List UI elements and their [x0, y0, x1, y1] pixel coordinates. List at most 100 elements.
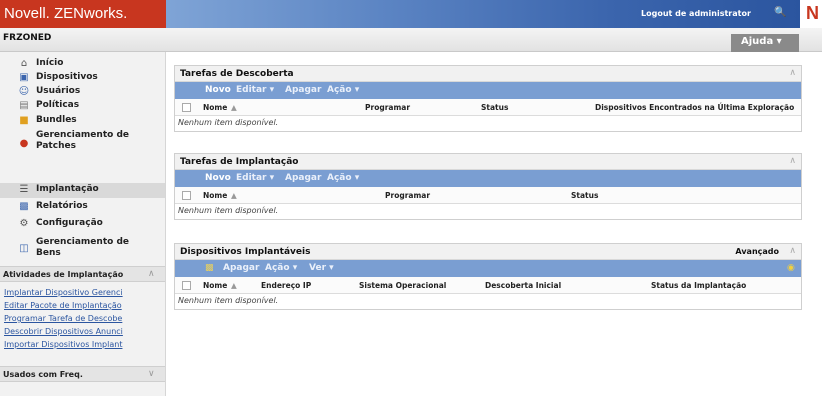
delete-button[interactable]: Apagar [285, 173, 321, 183]
table-header: Nome ▲ Programar Status Dispositivos Enc… [175, 99, 801, 116]
section-title: Usados com Freq. [3, 370, 83, 379]
select-all-checkbox[interactable] [182, 281, 191, 290]
expand-icon[interactable]: ∨ [148, 369, 155, 379]
column-header[interactable]: Dispositivos Encontrados na Última Explo… [595, 103, 794, 112]
sort-icon[interactable]: ▲ [231, 191, 237, 200]
section-title: Atividades de Implantação [3, 270, 124, 279]
collapse-icon[interactable]: ∧ [148, 269, 155, 279]
panel-title: Tarefas de Descoberta [180, 69, 294, 79]
sidebar-item-label: Políticas [36, 100, 80, 110]
task-link[interactable]: Implantar Dispositivo Gerenci [4, 288, 164, 297]
sidebar-item-label: Início [36, 58, 64, 68]
zone-bar: FRZONED Ajuda ▾ [0, 28, 822, 52]
refresh-icon[interactable]: ◉ [787, 263, 795, 273]
bundle-icon: ■ [19, 115, 29, 126]
brand-logo: Novell. ZENworks. [0, 0, 166, 28]
sidebar-item-label: Gerenciamento de Bens [36, 237, 129, 258]
sidebar-item-label: Bundles [36, 115, 77, 125]
panel-toolbar: ▩ Apagar Ação ▾ Ver ▾ ◉ [175, 260, 801, 277]
column-header[interactable]: Nome [203, 281, 227, 290]
edit-button[interactable]: Editar ▾ [236, 85, 274, 95]
delete-button[interactable]: Apagar [223, 263, 259, 273]
select-all-checkbox[interactable] [182, 191, 191, 200]
task-link[interactable]: Programar Tarefa de Descobe [4, 314, 164, 323]
select-all-checkbox[interactable] [182, 103, 191, 112]
column-header[interactable]: Endereço IP [261, 281, 311, 290]
task-link[interactable]: Descobrir Dispositivos Anunci [4, 327, 164, 336]
column-header[interactable]: Status [481, 103, 508, 112]
sidebar-item-reports[interactable]: ▩ Relatórios [4, 201, 156, 215]
logout-link[interactable]: Logout de administrator [641, 9, 751, 18]
column-header[interactable]: Programar [365, 103, 410, 112]
add-device-icon[interactable]: ▩ [205, 263, 214, 273]
column-header[interactable]: Status da Implantação [651, 281, 746, 290]
sidebar-item-home[interactable]: ⌂ Início [4, 58, 156, 72]
column-header[interactable]: Nome [203, 103, 227, 112]
sidebar-item-configuration[interactable]: ⚙ Configuração [4, 218, 156, 232]
empty-row: Nenhum item disponível. [175, 116, 801, 131]
panel-title: Tarefas de Implantação [180, 157, 299, 167]
panel-toolbar: Novo Editar ▾ Apagar Ação ▾ [175, 82, 801, 99]
sidebar-item-label: Usuários [36, 86, 81, 96]
computer-icon: ▣ [19, 72, 29, 83]
home-icon: ⌂ [20, 58, 28, 69]
sidebar-item-label: Relatórios [36, 201, 88, 211]
delete-button[interactable]: Apagar [285, 85, 321, 95]
empty-row: Nenhum item disponível. [175, 204, 801, 219]
panel-header: Dispositivos Implantáveis Avançado ∧ [175, 244, 801, 260]
column-header[interactable]: Programar [385, 191, 430, 200]
task-link[interactable]: Importar Dispositivos Implant [4, 340, 164, 349]
action-button[interactable]: Ação ▾ [327, 173, 359, 183]
sidebar: ⌂ Início ▣ Dispositivos ☺ Usuários ▤ Pol… [0, 52, 166, 396]
discovery-tasks-panel: Tarefas de Descoberta ∧ Novo Editar ▾ Ap… [174, 65, 802, 132]
column-header[interactable]: Status [571, 191, 598, 200]
sort-icon[interactable]: ▲ [231, 103, 237, 112]
column-header[interactable]: Sistema Operacional [359, 281, 446, 290]
sidebar-item-patches[interactable]: ● Gerenciamento de Patches [4, 130, 156, 156]
sidebar-item-users[interactable]: ☺ Usuários [4, 86, 156, 100]
sidebar-item-label: Gerenciamento de Patches [36, 130, 129, 151]
panel-title: Dispositivos Implantáveis [180, 247, 311, 257]
sidebar-item-devices[interactable]: ▣ Dispositivos [4, 72, 156, 86]
task-link[interactable]: Editar Pacote de Implantação [4, 301, 164, 310]
empty-message: Nenhum item disponível. [178, 296, 279, 305]
collapse-icon[interactable]: ∧ [789, 156, 796, 166]
zone-name: FRZONED [3, 33, 52, 43]
deployment-icon: ☰ [19, 184, 29, 195]
advanced-link[interactable]: Avançado [735, 247, 779, 256]
panel-toolbar: Novo Editar ▾ Apagar Ação ▾ [175, 170, 801, 187]
reports-icon: ▩ [19, 201, 29, 212]
patch-icon: ● [19, 138, 29, 149]
gear-icon: ⚙ [19, 218, 29, 229]
panel-header: Tarefas de Descoberta ∧ [175, 66, 801, 82]
sidebar-item-deployment[interactable]: ☰ Implantação [4, 184, 156, 198]
sort-icon[interactable]: ▲ [231, 281, 237, 290]
help-button[interactable]: Ajuda ▾ [731, 34, 799, 52]
deployment-tasks-header[interactable]: Atividades de Implantação ∧ [0, 266, 165, 282]
column-header[interactable]: Descoberta Inicial [485, 281, 561, 290]
empty-message: Nenhum item disponível. [178, 118, 279, 127]
column-header[interactable]: Nome [203, 191, 227, 200]
sidebar-item-policies[interactable]: ▤ Políticas [4, 100, 156, 114]
sidebar-item-assets[interactable]: ◫ Gerenciamento de Bens [4, 237, 156, 263]
asset-icon: ◫ [19, 243, 29, 254]
frequent-header[interactable]: Usados com Freq. ∨ [0, 366, 165, 382]
collapse-icon[interactable]: ∧ [789, 68, 796, 78]
search-icon[interactable]: 🔍 [774, 7, 786, 18]
action-button[interactable]: Ação ▾ [327, 85, 359, 95]
sidebar-item-label: Implantação [36, 184, 99, 194]
users-icon: ☺ [18, 86, 30, 97]
sidebar-item-bundles[interactable]: ■ Bundles [4, 115, 156, 129]
view-button[interactable]: Ver ▾ [309, 263, 334, 273]
deployment-tasks-panel: Tarefas de Implantação ∧ Novo Editar ▾ A… [174, 153, 802, 220]
new-button[interactable]: Novo [205, 173, 231, 183]
action-button[interactable]: Ação ▾ [265, 263, 297, 273]
new-button[interactable]: Novo [205, 85, 231, 95]
collapse-icon[interactable]: ∧ [789, 246, 796, 256]
table-header: Nome ▲ Endereço IP Sistema Operacional D… [175, 277, 801, 294]
edit-button[interactable]: Editar ▾ [236, 173, 274, 183]
empty-row: Nenhum item disponível. [175, 294, 801, 309]
table-header: Nome ▲ Programar Status [175, 187, 801, 204]
sidebar-item-label: Configuração [36, 218, 103, 228]
top-header: Novell. ZENworks. Logout de administrato… [0, 0, 822, 28]
